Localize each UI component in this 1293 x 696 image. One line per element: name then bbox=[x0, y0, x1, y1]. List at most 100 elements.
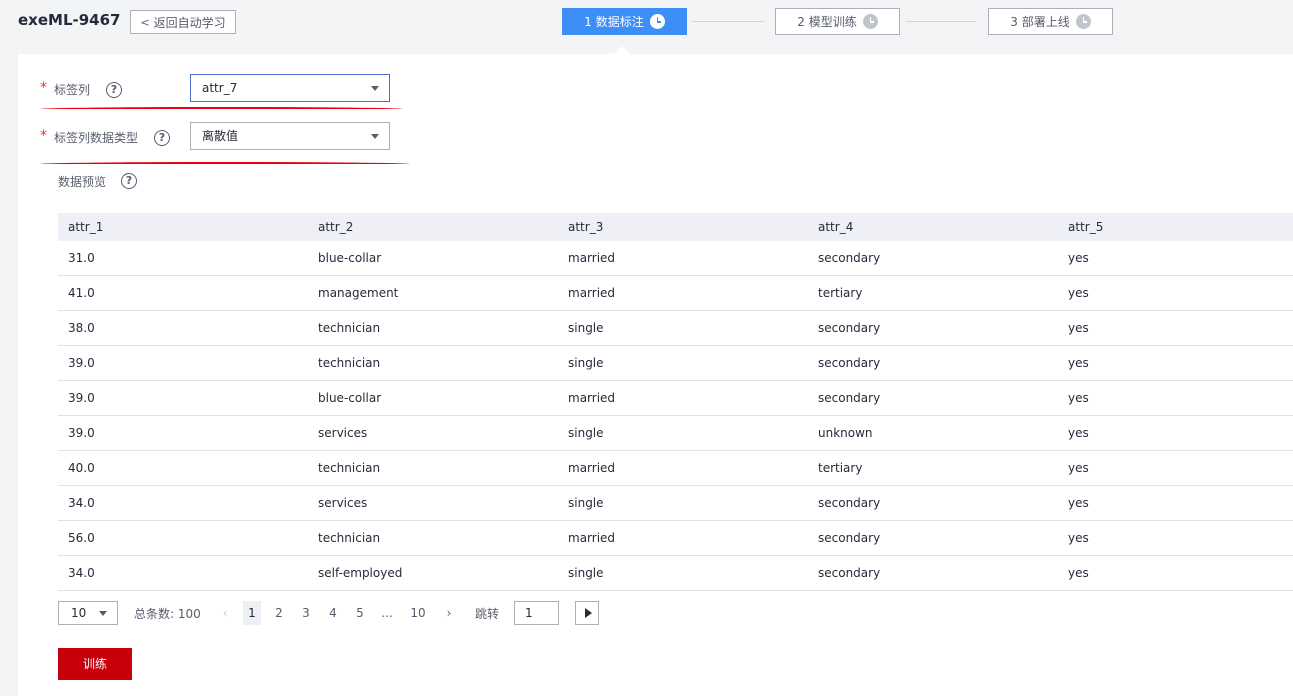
table-cell: secondary bbox=[818, 566, 881, 580]
table-cell: yes bbox=[1068, 566, 1089, 580]
table-cell: secondary bbox=[818, 496, 881, 510]
page-5[interactable]: 5 bbox=[351, 601, 369, 625]
clock-icon bbox=[1075, 14, 1091, 29]
help-icon[interactable]: ? bbox=[106, 82, 122, 98]
table-cell: 39.0 bbox=[68, 391, 95, 405]
table-cell: technician bbox=[318, 531, 381, 545]
required-mark: * bbox=[40, 80, 47, 96]
table-row: 56.0 technician married secondary yes bbox=[58, 521, 1293, 556]
data-preview-table: attr_1 attr_2 attr_3 attr_4 attr_5 31.0 … bbox=[58, 213, 1293, 591]
table-cell: single bbox=[568, 426, 604, 440]
page-size-select[interactable]: 10 bbox=[58, 601, 118, 625]
table-cell: yes bbox=[1068, 251, 1089, 265]
label-type-select[interactable]: 离散值 bbox=[190, 122, 390, 150]
table-cell: blue-collar bbox=[318, 251, 382, 265]
column-header[interactable]: attr_1 bbox=[58, 220, 308, 234]
label-column-select[interactable]: attr_7 bbox=[190, 74, 390, 102]
active-step-pointer bbox=[614, 46, 630, 54]
table-cell: married bbox=[568, 531, 616, 545]
table-cell: 34.0 bbox=[68, 496, 95, 510]
table-cell: married bbox=[568, 461, 616, 475]
page-10[interactable]: 10 bbox=[406, 601, 430, 625]
step-model-training[interactable]: 2 模型训练 bbox=[775, 8, 900, 35]
page-3[interactable]: 3 bbox=[297, 601, 315, 625]
step-progress: 1 数据标注 2 模型训练 3 部署上线 bbox=[0, 8, 1293, 38]
annotation-underline bbox=[40, 162, 410, 166]
table-cell: secondary bbox=[818, 391, 881, 405]
total-count: 总条数: 100 bbox=[134, 607, 201, 621]
help-icon[interactable]: ? bbox=[154, 130, 170, 146]
column-header[interactable]: attr_3 bbox=[558, 220, 808, 234]
step-deploy[interactable]: 3 部署上线 bbox=[988, 8, 1113, 35]
label-column-label: 标签列 bbox=[54, 83, 91, 97]
jump-page-value: 1 bbox=[525, 606, 533, 620]
step-connector bbox=[692, 21, 764, 22]
label-type-label: 标签列数据类型 bbox=[54, 131, 139, 145]
table-cell: management bbox=[318, 286, 399, 300]
table-row: 38.0 technician single secondary yes bbox=[58, 311, 1293, 346]
table-cell: services bbox=[318, 496, 368, 510]
step-label: 1 数据标注 bbox=[584, 15, 644, 29]
caret-down-icon bbox=[371, 86, 379, 91]
table-cell: married bbox=[568, 391, 616, 405]
prev-page-icon[interactable]: ‹ bbox=[216, 601, 234, 625]
caret-down-icon bbox=[371, 134, 379, 139]
jump-go-icon[interactable] bbox=[575, 601, 599, 625]
table-cell: secondary bbox=[818, 356, 881, 370]
column-header[interactable]: attr_5 bbox=[1058, 220, 1293, 234]
table-cell: services bbox=[318, 426, 368, 440]
required-mark: * bbox=[40, 128, 47, 144]
table-row: 39.0 services single unknown yes bbox=[58, 416, 1293, 451]
clock-icon bbox=[649, 14, 665, 29]
step-label: 2 模型训练 bbox=[797, 15, 857, 29]
table-cell: 41.0 bbox=[68, 286, 95, 300]
table-row: 31.0 blue-collar married secondary yes bbox=[58, 241, 1293, 276]
table-cell: yes bbox=[1068, 531, 1089, 545]
table-cell: single bbox=[568, 356, 604, 370]
table-cell: single bbox=[568, 496, 604, 510]
table-cell: technician bbox=[318, 356, 381, 370]
page-4[interactable]: 4 bbox=[324, 601, 342, 625]
table-row: 34.0 services single secondary yes bbox=[58, 486, 1293, 521]
table-cell: yes bbox=[1068, 426, 1089, 440]
table-row: 34.0 self-employed single secondary yes bbox=[58, 556, 1293, 591]
table-cell: technician bbox=[318, 461, 381, 475]
table-cell: 40.0 bbox=[68, 461, 95, 475]
header: exeML-9467 < 返回自动学习 1 数据标注 2 模型训练 3 部署上线 bbox=[0, 0, 1293, 54]
next-page-icon[interactable]: › bbox=[440, 601, 458, 625]
table-cell: yes bbox=[1068, 496, 1089, 510]
table-cell: yes bbox=[1068, 321, 1089, 335]
table-cell: yes bbox=[1068, 356, 1089, 370]
label-column-row: * 标签列 ? attr_7 bbox=[18, 74, 618, 104]
label-column-value: attr_7 bbox=[202, 81, 238, 95]
table-cell: tertiary bbox=[818, 286, 863, 300]
help-icon[interactable]: ? bbox=[121, 173, 137, 189]
data-preview-label: 数据预览 bbox=[58, 175, 107, 189]
page-2[interactable]: 2 bbox=[270, 601, 288, 625]
table-row: 39.0 blue-collar married secondary yes bbox=[58, 381, 1293, 416]
table-cell: tertiary bbox=[818, 461, 863, 475]
jump-page-input[interactable]: 1 bbox=[514, 601, 559, 625]
table-cell: married bbox=[568, 251, 616, 265]
table-cell: technician bbox=[318, 321, 381, 335]
train-button[interactable]: 训练 bbox=[58, 648, 132, 680]
table-cell: yes bbox=[1068, 391, 1089, 405]
label-type-value: 离散值 bbox=[202, 129, 239, 143]
clock-icon bbox=[862, 14, 878, 29]
column-header[interactable]: attr_2 bbox=[308, 220, 558, 234]
table-row: 41.0 management married tertiary yes bbox=[58, 276, 1293, 311]
step-data-labeling[interactable]: 1 数据标注 bbox=[562, 8, 687, 35]
annotation-underline bbox=[40, 107, 403, 111]
table-cell: secondary bbox=[818, 321, 881, 335]
table-cell: blue-collar bbox=[318, 391, 382, 405]
page-ellipsis[interactable]: ... bbox=[378, 601, 396, 625]
table-cell: married bbox=[568, 286, 616, 300]
page-1[interactable]: 1 bbox=[243, 601, 261, 625]
step-label: 3 部署上线 bbox=[1010, 15, 1070, 29]
table-cell: secondary bbox=[818, 251, 881, 265]
table-row: 40.0 technician married tertiary yes bbox=[58, 451, 1293, 486]
table-cell: yes bbox=[1068, 461, 1089, 475]
table-cell: 56.0 bbox=[68, 531, 95, 545]
column-header[interactable]: attr_4 bbox=[808, 220, 1058, 234]
pagination: 10 总条数: 100 ‹ 1 2 3 4 5 ... 10 › 跳转 1 bbox=[58, 601, 758, 625]
